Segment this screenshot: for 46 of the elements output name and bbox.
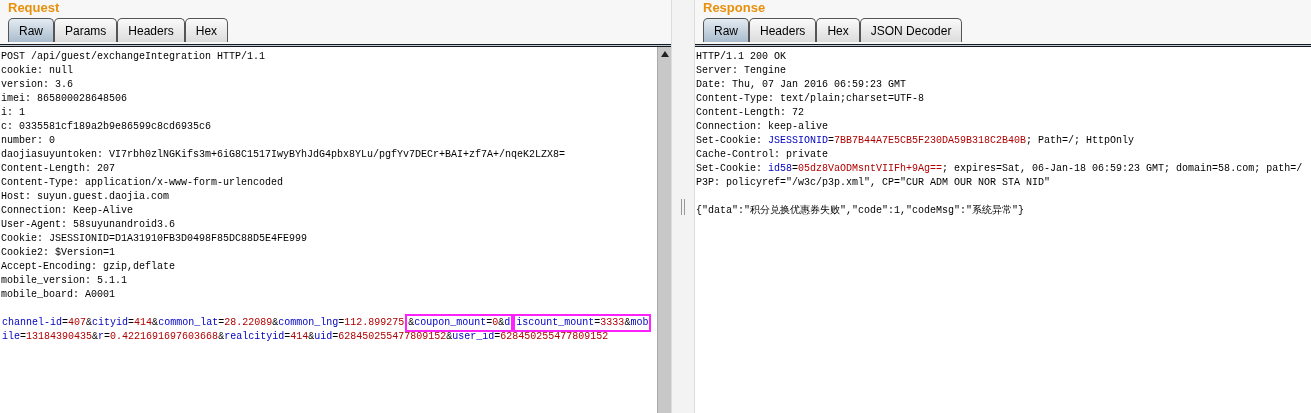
tab[interactable]: Hex [184,18,229,42]
scrollbar[interactable] [657,47,671,413]
message-line: Accept-Encoding: gzip,deflate [1,260,176,274]
message-line: Content-Type: text/plain;charset=UTF-8 [696,92,925,106]
message-line: daojiasuyuntoken: VI7rbh0zlNGKifs3m+6iG8C1517IwyBYhJdG4pbx8YLu/pgfYv7DECr+BAI+zf7A+/nqeK2LZX8= [1,148,566,162]
message-line: Connection: keep-alive [696,120,829,134]
message-line: POST /api/guest/exchangeIntegration HTTP/1.1 [1,50,266,64]
pane-title: Request [8,0,60,15]
message-line: Date: Thu, 07 Jan 2016 06:59:23 GMT [696,78,907,92]
message-line: mobile_board: A0001 [1,288,116,302]
tab[interactable]: Raw [703,18,749,42]
request-body-text: ile=13184390435&r=0.4221691697603668&realcityid=414&uid=628450255477809152&user_id=628450255477809152 [1,330,610,344]
message-line: Connection: Keep-Alive [1,204,134,218]
message-line: number: 0 [1,134,55,148]
highlight-box: &coupon_mount=0&d [405,314,514,332]
tab[interactable]: Headers [117,18,185,42]
message-line: Server: Tengine [696,64,786,78]
message-line: HTTP/1.1 200 OK [696,50,786,64]
message-line: i: 1 [1,106,25,120]
request-body-text: channel-id=407&cityid=414&common_lat=28.22089&common_lng=112.899275 [1,316,406,330]
tab[interactable]: JSON Decoder [859,18,963,42]
message-line: User-Agent: 58suyunandroid3.6 [1,218,176,232]
message-line: Cookie: JSESSIONID=D1A31910FB3D0498F85DC88D5E4FE999 [1,232,308,246]
message-line: Set-Cookie: id58=05dz8VaODMsntVIIFh+9Ag==; expires=Sat, 06-Jan-18 06:59:23 GMT; domain=58.com; path=/ [696,162,1303,176]
tab[interactable]: Headers [749,18,817,42]
message-line: version: 3.6 [1,78,73,92]
response-body: {"data":"积分兑换优惠券失败","code":1,"codeMsg":"系统异常"} [696,204,1025,218]
message-line: Host: suyun.guest.daojia.com [1,190,170,204]
message-line: Cache-Control: private [696,148,829,162]
scroll-up-icon[interactable] [660,51,669,57]
tab[interactable]: Raw [8,18,54,42]
message-line: c: 0335581cf189a2b9e86599c8cd6935c6 [1,120,212,134]
message-line: Content-Type: application/x-www-form-urlencoded [1,176,284,190]
highlight-box: iscount_mount=3333&mob [513,314,652,332]
message-line: Cookie2: $Version=1 [1,246,116,260]
pane-title: Response [703,0,766,15]
message-line: imei: 865800028648506 [1,92,128,106]
tab[interactable]: Params [54,18,118,42]
message-line: cookie: null [1,64,73,78]
splitter-grip-icon[interactable] [681,198,685,215]
message-line: mobile_version: 5.1.1 [1,274,128,288]
message-line: Content-Length: 207 [1,162,116,176]
message-line: P3P: policyref="/w3c/p3p.xml", CP="CUR ADM OUR NOR STA NID" [696,176,1051,190]
tab[interactable]: Hex [816,18,860,42]
message-line: Set-Cookie: JSESSIONID=7BB7B44A7E5CB5F230DA59B318C2B40B; Path=/; HttpOnly [696,134,1135,148]
message-line: Content-Length: 72 [696,106,805,120]
